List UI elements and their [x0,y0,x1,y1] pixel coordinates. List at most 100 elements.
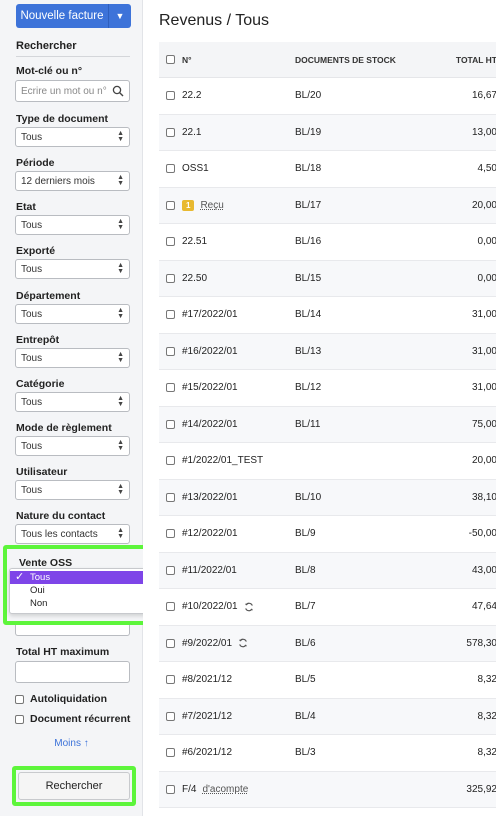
total-ht-max-input[interactable] [15,661,130,683]
table-row[interactable]: #12/2022/01 BL/9 -50,00 [159,516,496,553]
filter-select[interactable]: Tous ▲ ▼ [15,215,130,235]
autoliquidation-checkbox-row[interactable]: Autoliquidation [15,693,107,705]
autoliquidation-checkbox[interactable] [15,694,24,704]
filter-select[interactable]: 12 derniers mois ▲ ▼ [15,171,130,191]
table-row[interactable]: #10/2022/01 BL/7 47,64 [159,589,496,626]
stock-document: BL/6 [295,637,316,649]
page-title: Revenus / Tous [159,12,269,29]
filter-select[interactable]: Tous ▲ ▼ [15,304,130,324]
invoice-number: #16/2022/01 [182,345,238,357]
table-row[interactable]: #7/2021/12 BL/4 8,32 [159,698,496,735]
total-ht: 20,00 [471,455,496,467]
oss-option-oui[interactable]: Oui [10,584,164,597]
select-all-checkbox[interactable] [166,55,175,64]
select-arrows-icon: ▲ ▼ [117,483,124,496]
table-row[interactable]: #1/2022/01_TEST 20,00 [159,443,496,480]
total-ht: 31,00 [471,309,496,321]
less-filters-link[interactable]: Moins ↑ [0,738,143,749]
table-row[interactable]: OSS1 BL/18 4,50 [159,151,496,188]
recurring-checkbox-row[interactable]: Document récurrent [15,713,130,725]
filter-label: Utilisateur [16,466,68,478]
row-checkbox[interactable] [166,237,175,247]
column-header-stock-docs[interactable]: DOCUMENTS DE STOCK [295,55,425,65]
filter-label: Nature du contact [16,510,106,522]
table-row[interactable]: #11/2022/01 BL/8 43,00 [159,552,496,589]
oss-dropdown-menu[interactable]: ✓ Tous Oui Non [9,568,165,614]
total-ht: -50,00 [468,528,496,540]
stock-document: BL/5 [295,674,316,686]
filter-value: 12 derniers mois [21,175,95,187]
table-row[interactable]: #15/2022/01 BL/12 31,00 [159,370,496,407]
table-row[interactable]: #8/2021/12 BL/5 8,32 [159,662,496,699]
new-invoice-split-button[interactable]: Nouvelle facture ▼ [16,4,131,28]
oss-option-tous[interactable]: ✓ Tous [10,571,164,584]
row-checkbox[interactable] [166,383,175,393]
filter-select[interactable]: Tous ▲ ▼ [15,259,130,279]
filter-select[interactable]: Tous ▲ ▼ [15,348,130,368]
table-row[interactable]: #16/2022/01 BL/13 31,00 [159,333,496,370]
stock-document: BL/18 [295,163,322,175]
row-checkbox[interactable] [166,602,175,612]
invoice-table: N° DOCUMENTS DE STOCK TOTAL HT 22.2 BL/20… [159,42,496,808]
table-row[interactable]: F/4 d'acompte 325,92 [159,771,496,808]
recurring-checkbox[interactable] [15,714,24,724]
filter-select[interactable]: Tous les contacts ▲ ▼ [15,524,130,544]
stock-document: BL/12 [295,382,322,394]
search-icon[interactable] [112,85,124,97]
keyword-input[interactable]: Ecrire un mot ou n° [15,80,130,102]
filter-select[interactable]: Tous ▲ ▼ [15,392,130,412]
column-header-number[interactable]: N° [182,55,295,65]
table-row[interactable]: #9/2022/01 BL/6 578,30 [159,625,496,662]
table-row[interactable]: 22.1 BL/19 13,00 [159,114,496,151]
oss-option-non[interactable]: Non [10,597,164,610]
filter-label: Mode de règlement [16,422,112,434]
total-ht: 325,92 [466,783,496,795]
filter-value: Tous [21,131,43,143]
invoice-number: F/4 [182,783,197,795]
total-ht: 13,00 [471,126,496,138]
row-checkbox[interactable] [166,456,175,466]
row-checkbox[interactable] [166,91,175,101]
invoice-number[interactable]: Reçu [200,200,223,211]
row-checkbox[interactable] [166,492,175,502]
divider [16,56,130,57]
table-row[interactable]: 22.51 BL/16 0,00 [159,224,496,261]
table-row[interactable]: 22.50 BL/15 0,00 [159,260,496,297]
column-header-total[interactable]: TOTAL HT [425,55,496,65]
filter-select[interactable]: Tous ▲ ▼ [15,480,130,500]
row-checkbox[interactable] [166,419,175,429]
row-checkbox[interactable] [166,164,175,174]
row-checkbox[interactable] [166,529,175,539]
filter-select[interactable]: Tous ▲ ▼ [15,436,130,456]
deposit-link[interactable]: d'acompte [202,784,248,795]
chevron-down-icon[interactable]: ▼ [109,4,131,28]
new-invoice-button[interactable]: Nouvelle facture [16,4,109,28]
row-checkbox[interactable] [166,310,175,320]
invoice-number: #17/2022/01 [182,309,238,321]
invoice-number: #14/2022/01 [182,418,238,430]
row-checkbox[interactable] [166,273,175,283]
main-content: Revenus / Tous N° DOCUMENTS DE STOCK TOT… [143,0,496,816]
table-row[interactable]: #13/2022/01 BL/10 38,10 [159,479,496,516]
row-checkbox[interactable] [166,200,175,210]
filter-label: Entrepôt [16,334,60,346]
table-row[interactable]: #14/2022/01 BL/11 75,00 [159,406,496,443]
row-checkbox[interactable] [166,675,175,685]
select-arrows-icon: ▲ ▼ [117,527,124,540]
search-button[interactable]: Rechercher [18,772,130,800]
row-checkbox[interactable] [166,711,175,721]
total-ht: 43,00 [471,564,496,576]
stock-document: BL/3 [295,747,316,759]
row-checkbox[interactable] [166,127,175,137]
filter-select[interactable]: Tous ▲ ▼ [15,127,130,147]
row-checkbox[interactable] [166,748,175,758]
table-row[interactable]: #6/2021/12 BL/3 8,32 [159,735,496,772]
row-checkbox[interactable] [166,638,175,648]
row-checkbox[interactable] [166,565,175,575]
row-checkbox[interactable] [166,346,175,356]
table-row[interactable]: 1 Reçu BL/17 20,00 [159,187,496,224]
total-ht: 0,00 [477,272,496,284]
row-checkbox[interactable] [166,784,175,794]
table-row[interactable]: #17/2022/01 BL/14 31,00 [159,297,496,334]
table-row[interactable]: 22.2 BL/20 16,67 [159,78,496,115]
